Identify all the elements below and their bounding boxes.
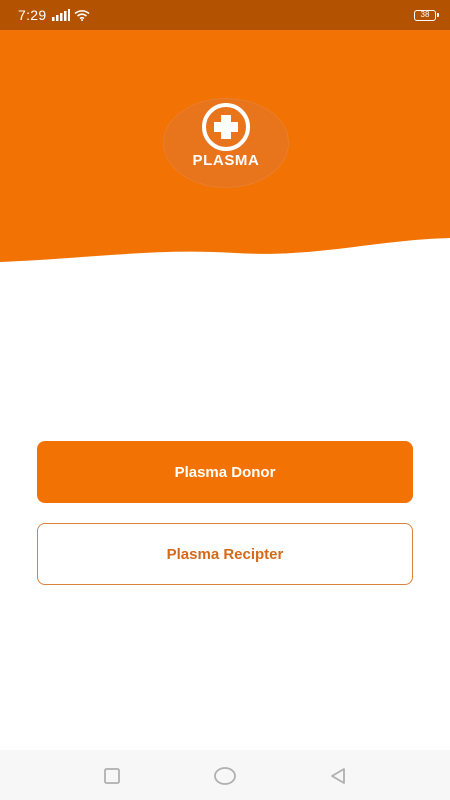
navigation-bar (0, 750, 450, 800)
plasma-donor-button[interactable]: Plasma Donor (37, 441, 413, 503)
status-icons (52, 9, 90, 21)
status-bar: 7:29 38 (0, 0, 450, 30)
back-button[interactable] (326, 764, 350, 788)
plasma-donor-label: Plasma Donor (174, 463, 276, 481)
recent-apps-button[interactable] (100, 764, 124, 788)
back-icon (331, 768, 345, 784)
status-right: 38 (414, 9, 439, 21)
wifi-icon (74, 10, 90, 21)
logo-text: PLASMA (192, 152, 260, 169)
recent-apps-icon (104, 768, 120, 784)
battery-level: 38 (420, 10, 430, 19)
plasma-recipient-button[interactable]: Plasma Recipter (37, 523, 413, 585)
signal-icon (52, 9, 71, 21)
status-time: 7:29 (18, 7, 47, 23)
plasma-logo: PLASMA (163, 98, 289, 188)
battery-icon: 38 (414, 9, 439, 21)
plasma-recipient-label: Plasma Recipter (166, 545, 284, 563)
home-button[interactable] (213, 764, 237, 788)
home-icon (214, 767, 236, 785)
app-screen: 7:29 38 PLASMA Plasma Donor Plasma Recip… (0, 0, 450, 800)
status-left: 7:29 (18, 7, 90, 23)
